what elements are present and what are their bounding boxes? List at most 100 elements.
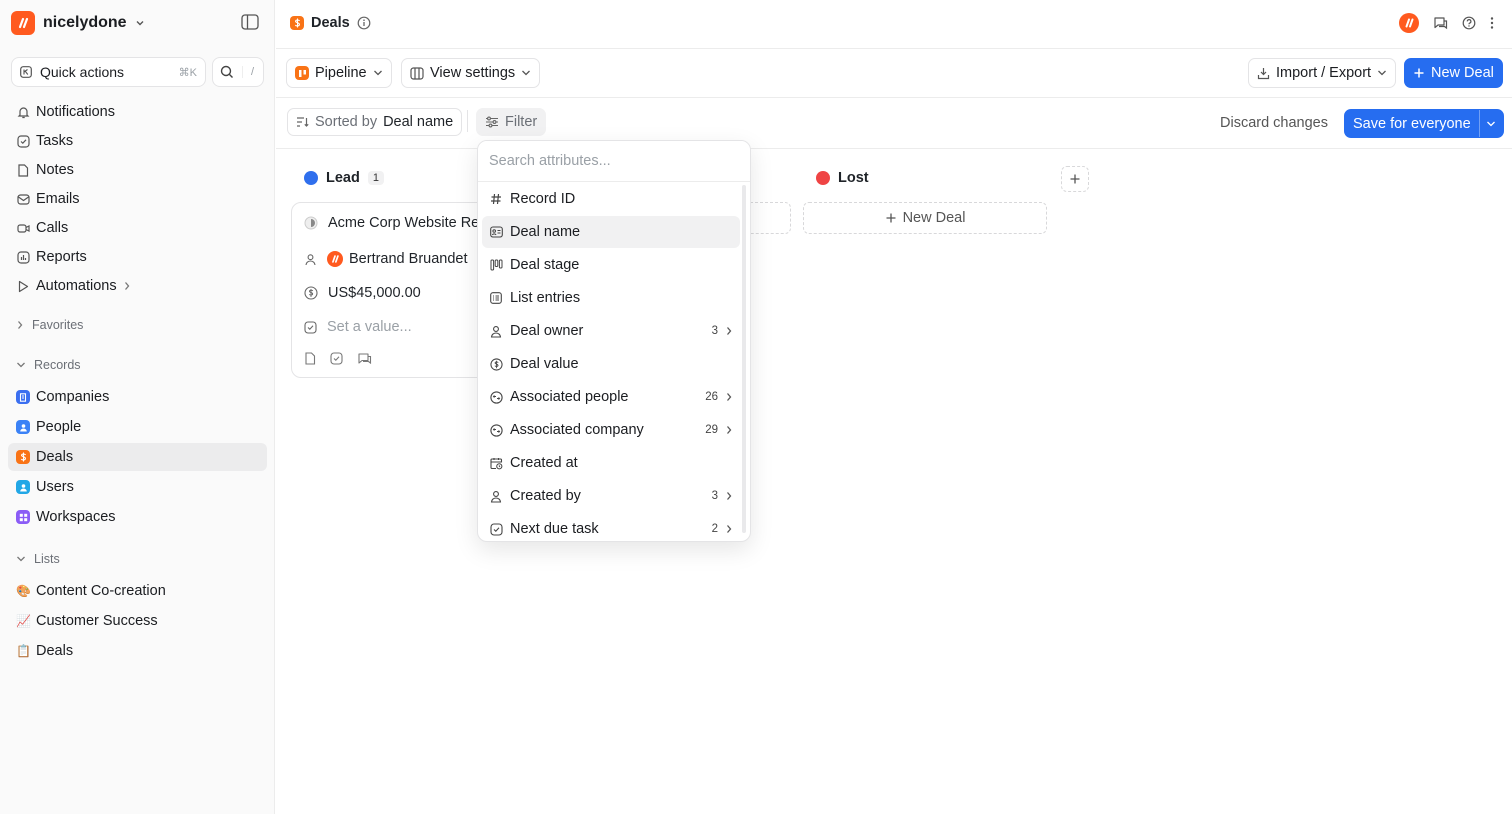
view-settings-button[interactable]: View settings [401, 58, 541, 88]
sidebar-item-deals[interactable]: Deals [8, 443, 267, 471]
dollar-icon [16, 450, 30, 464]
kanban-icon [489, 258, 503, 272]
avatar[interactable] [1399, 13, 1419, 33]
sidebar-item-workspaces[interactable]: Workspaces [8, 503, 267, 531]
sidebar: nicelydone Quick actions ⌘K / Notificati… [0, 0, 275, 814]
person-icon [16, 420, 30, 434]
attribute-item-deal-owner[interactable]: Deal owner 3 [482, 315, 740, 347]
new-deal-button[interactable]: New Deal [1404, 58, 1503, 88]
dollar-circle-icon [489, 357, 503, 371]
card-value-row: US$45,000.00 [304, 285, 421, 301]
sidebar-item-label: Deals [36, 643, 74, 659]
plus-icon [885, 212, 897, 224]
clipboard-emoji-icon: 📋 [16, 644, 31, 658]
set-value-placeholder: Set a value... [327, 319, 412, 335]
building-icon [16, 390, 30, 404]
attribute-count: 2 [711, 523, 718, 535]
chevron-right-icon [123, 281, 131, 291]
sidebar-item-reports[interactable]: Reports [8, 243, 267, 271]
attribute-item-record-id[interactable]: Record ID [482, 183, 740, 215]
filter-button[interactable]: Filter [476, 108, 547, 136]
sidebar-item-content-co-creation[interactable]: 🎨 Content Co-creation [8, 577, 267, 605]
column-title: Lead [326, 170, 360, 186]
sidebar-item-emails[interactable]: Emails [8, 185, 267, 213]
dropdown-scrollbar[interactable] [742, 185, 746, 533]
comment-icon[interactable] [357, 352, 372, 365]
favorites-section-header[interactable]: Favorites [16, 318, 83, 332]
hash-icon [489, 192, 503, 206]
lists-section-header[interactable]: Lists [16, 552, 60, 566]
kanban-icon [295, 66, 309, 80]
attribute-label: List entries [510, 290, 581, 306]
dollar-circle-icon [304, 286, 318, 300]
attribute-item-list-entries[interactable]: List entries [482, 282, 740, 314]
relation-icon [489, 423, 503, 437]
attribute-item-associated-people[interactable]: Associated people 26 [482, 381, 740, 413]
search-button[interactable]: / [212, 57, 264, 87]
check-square-icon [16, 134, 30, 148]
attribute-item-associated-company[interactable]: Associated company 29 [482, 414, 740, 446]
attribute-item-deal-name[interactable]: Deal name [482, 216, 740, 248]
sidebar-item-calls[interactable]: Calls [8, 214, 267, 242]
filter-label: Filter [505, 114, 538, 130]
sidebar-item-customer-success[interactable]: 📈 Customer Success [8, 607, 267, 635]
new-deal-label: New Deal [1431, 65, 1494, 81]
palette-emoji-icon: 🎨 [16, 584, 31, 598]
column-header-lead: Lead 1 [304, 170, 384, 186]
add-column-button[interactable] [1061, 166, 1089, 192]
quick-actions-shortcut: ⌘K [178, 66, 197, 79]
sidebar-item-label: Emails [36, 191, 80, 207]
mail-icon [16, 192, 30, 206]
sidebar-item-automations[interactable]: Automations [8, 272, 267, 300]
view-selector-button[interactable]: Pipeline [286, 58, 392, 88]
sidebar-item-label: Content Co-creation [36, 583, 166, 599]
owner-avatar [327, 251, 343, 267]
sidebar-item-companies[interactable]: Companies [8, 383, 267, 411]
attribute-item-created-at[interactable]: Created at [482, 447, 740, 479]
chat-icon[interactable] [1433, 16, 1448, 30]
company-logo-icon [304, 216, 318, 230]
new-deal-lost-button[interactable]: New Deal [803, 202, 1047, 234]
breadcrumb: Deals [290, 15, 371, 31]
sidebar-item-notes[interactable]: Notes [8, 156, 267, 184]
chevron-right-icon [725, 491, 733, 501]
chevron-right-icon [16, 320, 24, 330]
grid-icon [16, 510, 30, 524]
info-icon[interactable] [357, 16, 371, 30]
attribute-item-deal-stage[interactable]: Deal stage [482, 249, 740, 281]
workspace-switcher[interactable]: nicelydone [11, 11, 145, 35]
records-section-header[interactable]: Records [16, 358, 81, 372]
sidebar-item-users[interactable]: Users [8, 473, 267, 501]
dollar-icon [290, 16, 304, 30]
sidebar-item-deals-list[interactable]: 📋 Deals [8, 637, 267, 665]
column-header-lost: Lost [816, 170, 869, 186]
chevron-down-icon [16, 361, 26, 369]
card-title-row: Acme Corp Website Re [304, 215, 479, 231]
search-icon [220, 65, 234, 79]
sidebar-item-label: Reports [36, 249, 87, 265]
sidebar-item-people[interactable]: People [8, 413, 267, 441]
text-icon [489, 225, 503, 239]
save-for-everyone-button[interactable]: Save for everyone [1345, 110, 1479, 137]
attribute-search-input[interactable] [478, 141, 750, 182]
import-export-button[interactable]: Import / Export [1248, 58, 1397, 88]
discard-changes-button[interactable]: Discard changes [1220, 115, 1328, 131]
sort-button[interactable]: Sorted by Deal name [287, 108, 463, 136]
quick-actions-label: Quick actions [40, 64, 125, 80]
sidebar-toggle-icon[interactable] [241, 14, 259, 30]
card-task-row[interactable]: Set a value... [304, 319, 412, 335]
note-icon[interactable] [304, 352, 316, 365]
attribute-item-deal-value[interactable]: Deal value [482, 348, 740, 380]
attribute-item-created-by[interactable]: Created by 3 [482, 480, 740, 512]
sidebar-item-notifications[interactable]: Notifications [8, 98, 267, 126]
sidebar-item-label: Users [36, 479, 74, 495]
help-icon[interactable] [1462, 16, 1476, 30]
save-options-chevron-icon[interactable] [1478, 110, 1503, 137]
quick-actions-button[interactable]: Quick actions ⌘K [11, 57, 206, 87]
view-settings-label: View settings [430, 65, 516, 81]
more-vertical-icon[interactable] [1490, 16, 1494, 30]
sidebar-item-tasks[interactable]: Tasks [8, 127, 267, 155]
page-title: Deals [311, 15, 350, 31]
attribute-item-next-due-task[interactable]: Next due task 2 [482, 513, 740, 541]
task-icon[interactable] [330, 352, 343, 365]
